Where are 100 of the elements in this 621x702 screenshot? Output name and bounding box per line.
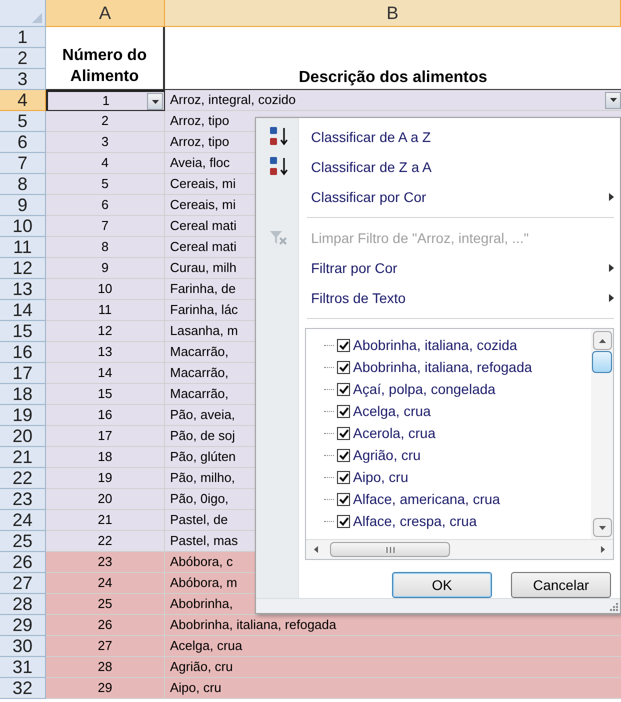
row-header[interactable]: 7 [0,153,46,174]
cell-text: Cereal mati [170,217,236,236]
scroll-thumb[interactable] [592,351,612,373]
up-arrow-icon [598,338,606,342]
value-option[interactable]: Alface, crespa, crua [324,510,591,532]
row-header[interactable]: 22 [0,468,46,489]
row-header[interactable]: 16 [0,342,46,363]
checkmark-icon [338,340,348,350]
cell-text: 23 [98,553,112,572]
menu-item[interactable]: Classificar por Cor [305,182,614,212]
row-header[interactable]: 12 [0,258,46,279]
row-header[interactable]: 28 [0,594,46,615]
cell-text: Abobrinha, [170,595,233,614]
checkbox[interactable] [337,360,350,374]
row-header[interactable]: 18 [0,384,46,405]
cell-text: Cereal mati [170,238,236,256]
menu-item[interactable]: Classificar de A a Z [305,122,614,152]
row-header[interactable]: 20 [0,426,46,447]
vertical-scrollbar[interactable] [591,329,613,539]
cancel-button[interactable]: Cancelar [511,572,611,598]
menu-item[interactable]: Filtrar por Cor [305,253,614,283]
row-header[interactable]: 9 [0,195,46,216]
scroll-thumb[interactable] [330,542,450,557]
value-option[interactable]: Açaí, polpa, congelada [324,378,591,400]
grip-icon [386,546,394,552]
row-header[interactable]: 23 [0,489,46,510]
row-header[interactable]: 21 [0,447,46,468]
cell-text: 3 [101,133,109,152]
horizontal-scrollbar[interactable] [306,539,613,559]
row-header[interactable]: 24 [0,510,46,531]
value-option[interactable]: Acerola, crua [324,422,591,444]
row-header[interactable]: 32 [0,678,46,699]
row-header[interactable]: 30 [0,636,46,657]
row-header[interactable]: 14 [0,300,46,321]
scroll-up-button[interactable] [592,331,612,350]
down-arrow-icon [598,526,606,530]
row-header[interactable]: 27 [0,573,46,594]
cell-text: 10 [98,280,112,298]
menu-item[interactable]: Filtros de Texto [305,283,614,313]
row-header[interactable]: 2 [0,48,46,69]
row-header[interactable]: 10 [0,216,46,237]
checkbox[interactable] [337,514,350,528]
checkbox[interactable] [337,426,350,440]
value-option[interactable]: Agrião, cru [324,444,591,466]
cell-text: Farinha, de [170,280,236,298]
column-header[interactable]: A [46,0,165,27]
cell-text: 8 [101,238,109,256]
cell-text: Pão, aveia, [170,406,236,424]
cell-text: Pão, milho, [170,469,236,488]
cell-text: Pastel, mas [170,532,238,550]
row-header[interactable]: 26 [0,552,46,573]
value-option[interactable]: Alface, americana, crua [324,488,591,510]
scroll-down-button[interactable] [592,518,612,537]
row-header[interactable]: 4 [0,90,46,111]
row-header[interactable]: 11 [0,237,46,258]
menu-item[interactable]: Classificar de Z a A [305,152,614,182]
cell-text: Cereais, mi [170,196,236,214]
value-option[interactable]: Abobrinha, italiana, refogada [324,356,591,378]
checkbox[interactable] [337,382,350,396]
row-header[interactable]: 25 [0,531,46,552]
cell-text: 26 [98,616,112,634]
cell-text: 11 [98,301,112,320]
scroll-right-icon[interactable] [601,546,605,553]
resize-grip-icon[interactable] [610,603,618,611]
row-header[interactable]: 17 [0,363,46,384]
value-option[interactable]: Aipo, cru [324,466,591,488]
filter-dropdown-button[interactable] [147,93,163,110]
checkbox[interactable] [337,470,350,484]
filter-dropdown-button[interactable] [605,92,621,108]
value-option[interactable]: Acelga, crua [324,400,591,422]
sort-ascending-icon [268,126,290,148]
row-header[interactable]: 8 [0,174,46,195]
cell-text: Arroz, integral, cozido [170,91,296,110]
row-header[interactable]: 5 [0,111,46,132]
checkbox[interactable] [337,492,350,506]
row-header[interactable]: 3 [0,69,46,90]
row-header[interactable]: 15 [0,321,46,342]
cell-text: Agrião, cru [170,658,233,676]
row-header[interactable]: 13 [0,279,46,300]
value-option[interactable]: Abobrinha, italiana, cozida [324,334,591,356]
row-header[interactable]: 19 [0,405,46,426]
column-header[interactable]: B [165,0,621,27]
cell-text: Aipo, cru [170,679,222,698]
row-header[interactable]: 1 [0,27,46,48]
row-header[interactable]: 31 [0,657,46,678]
cell-text: Arroz, tipo [170,112,230,130]
cell-text: Curau, milh [170,259,236,278]
checkbox[interactable] [337,448,350,462]
checkbox[interactable] [337,404,350,418]
checkbox[interactable] [337,338,350,352]
ok-button[interactable]: OK [392,572,492,598]
cell-text: 14 [98,364,112,382]
cell-text: Arroz, tipo [170,133,230,152]
row-header[interactable]: 29 [0,615,46,636]
scroll-left-icon[interactable] [314,546,318,553]
cell-text: 25 [98,595,112,614]
caret-icon [610,98,616,102]
checkmark-icon [338,494,348,504]
row-header[interactable]: 6 [0,132,46,153]
cell-text: 4 [101,154,109,172]
